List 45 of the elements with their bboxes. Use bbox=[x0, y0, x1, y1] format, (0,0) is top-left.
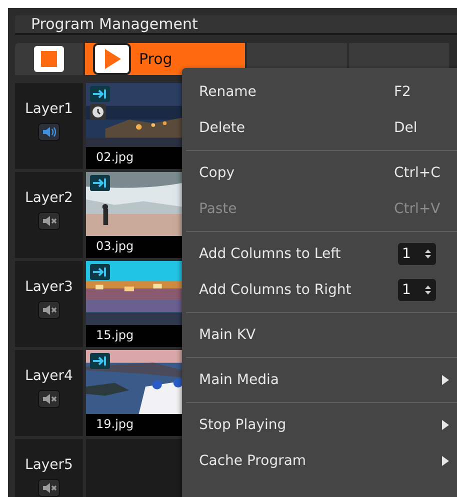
stop-icon bbox=[33, 45, 65, 73]
menu-item[interactable]: Cache Program bbox=[182, 443, 457, 479]
layer-name: Layer1 bbox=[25, 101, 73, 117]
muted-speaker-icon[interactable] bbox=[38, 390, 60, 408]
menu-item[interactable]: Stop Playing bbox=[182, 407, 457, 443]
submenu-arrow-icon bbox=[442, 420, 449, 430]
layer-name: Layer3 bbox=[25, 279, 73, 295]
media-clip[interactable]: 02.jpg bbox=[86, 83, 182, 169]
media-clip[interactable]: 19.jpg bbox=[86, 350, 182, 436]
file-name: 15.jpg bbox=[95, 327, 135, 342]
file-name: 03.jpg bbox=[95, 238, 135, 253]
up-down-arrows-icon bbox=[424, 284, 432, 296]
menu-label: Add Columns to Left bbox=[199, 246, 342, 262]
play-icon bbox=[93, 43, 131, 75]
arrow-to-bar-icon bbox=[90, 86, 110, 102]
muted-speaker-icon[interactable] bbox=[38, 479, 60, 497]
submenu-arrow-icon bbox=[442, 375, 449, 385]
arrow-to-bar-icon bbox=[90, 353, 110, 369]
menu-item[interactable]: Add Columns to Right 1 bbox=[182, 272, 457, 308]
menu-item[interactable]: Delete Del bbox=[182, 110, 457, 146]
layer-name: Layer5 bbox=[25, 457, 73, 473]
file-name: 19.jpg bbox=[95, 416, 135, 431]
panel-title: Program Management bbox=[15, 15, 457, 35]
menu-item[interactable]: Add Columns to Left 1 bbox=[182, 236, 457, 272]
menu-item[interactable]: Main KV bbox=[182, 317, 457, 353]
layer-name: Layer4 bbox=[25, 368, 73, 384]
media-clip[interactable]: 03.jpg bbox=[86, 172, 182, 258]
menu-item[interactable]: Copy Ctrl+C bbox=[182, 155, 457, 191]
arrow-to-bar-icon bbox=[90, 175, 110, 191]
menu-item[interactable]: Main Media bbox=[182, 362, 457, 398]
muted-speaker-icon[interactable] bbox=[38, 212, 60, 230]
file-name: 02.jpg bbox=[95, 149, 135, 164]
arrow-to-bar-icon bbox=[90, 264, 110, 280]
menu-label: Add Columns to Right bbox=[199, 282, 352, 298]
menu-item[interactable]: Rename F2 bbox=[182, 74, 457, 110]
spin-field[interactable]: 1 bbox=[398, 279, 436, 301]
stop-button[interactable] bbox=[15, 43, 83, 75]
muted-speaker-icon[interactable] bbox=[38, 301, 60, 319]
layer-name: Layer2 bbox=[25, 190, 73, 206]
media-clip[interactable]: 15.jpg bbox=[86, 261, 182, 347]
up-down-arrows-icon bbox=[424, 248, 432, 260]
speaker-icon[interactable] bbox=[38, 123, 60, 141]
program-tab[interactable]: Prog bbox=[85, 43, 245, 75]
spin-field[interactable]: 1 bbox=[398, 243, 436, 265]
submenu-arrow-icon bbox=[442, 456, 449, 466]
